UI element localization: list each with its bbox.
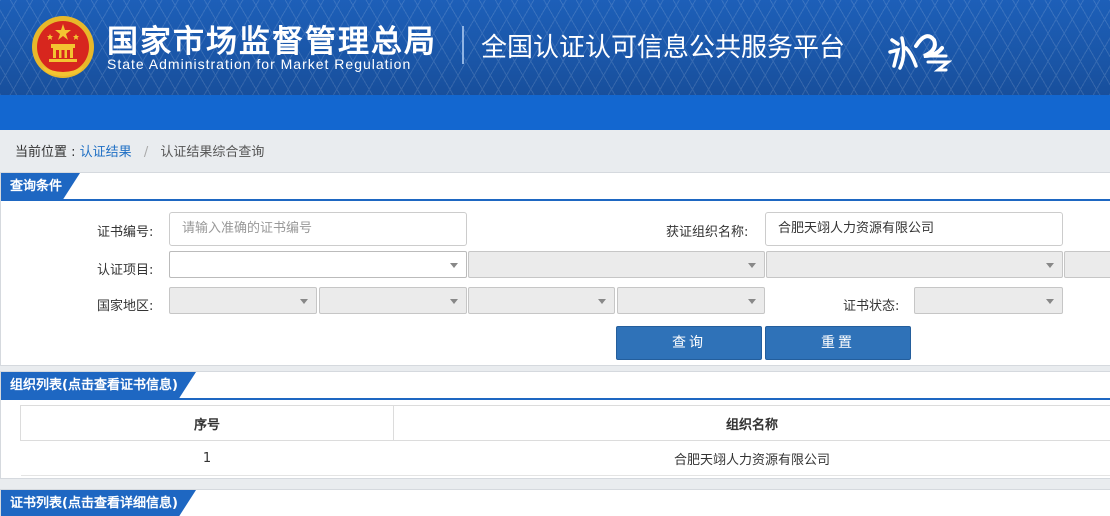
chevron-down-icon	[1046, 263, 1054, 268]
chevron-down-icon	[748, 299, 756, 304]
org-name-input[interactable]: 合肥天翊人力资源有限公司	[765, 212, 1063, 246]
agency-name-cn: 国家市场监督管理总局	[107, 24, 437, 60]
region-select-4[interactable]	[617, 287, 765, 314]
search-button[interactable]: 查询	[616, 326, 762, 360]
org-name-label: 获证组织名称:	[666, 225, 749, 240]
breadcrumb-separator: /	[143, 145, 149, 160]
row-org-name[interactable]: 合肥天翊人力资源有限公司	[393, 440, 1110, 476]
region-select-3[interactable]	[468, 287, 615, 314]
cert-no-input[interactable]: 请输入准确的证书编号	[169, 212, 467, 246]
project-select-2[interactable]	[468, 251, 765, 278]
region-select-2[interactable]	[319, 287, 467, 314]
reset-button[interactable]: 重置	[765, 326, 911, 360]
cert-list-panel-header: 证书列表(点击查看详细信息)	[1, 490, 1110, 516]
project-select-3[interactable]	[766, 251, 1063, 278]
region-label: 国家地区:	[97, 299, 154, 314]
header-divider	[462, 26, 464, 64]
project-label: 认证项目:	[97, 263, 154, 278]
cert-no-label: 证书编号:	[97, 225, 154, 240]
org-list-panel-title: 组织列表(点击查看证书信息)	[1, 372, 196, 400]
main-nav-bar	[0, 95, 1110, 130]
status-label: 证书状态:	[843, 299, 900, 314]
platform-title: 全国认证认可信息公共服务平台	[481, 33, 846, 63]
cert-list-panel-title: 证书列表(点击查看详细信息)	[1, 490, 196, 516]
org-list-panel-header: 组织列表(点击查看证书信息)	[1, 372, 1110, 400]
agency-name-en: State Administration for Market Regulati…	[107, 56, 412, 72]
column-header-index: 序号	[20, 405, 394, 441]
query-panel: 查询条件 证书编号: 请输入准确的证书编号 获证组织名称: 合肥天翊人力资源有限…	[0, 172, 1110, 366]
breadcrumb: 当前位置 : 认证结果 / 认证结果综合查询	[0, 130, 1110, 170]
chevron-down-icon	[1046, 299, 1054, 304]
breadcrumb-label: 当前位置 :	[15, 145, 76, 160]
chevron-down-icon	[450, 263, 458, 268]
breadcrumb-current: 认证结果综合查询	[160, 145, 265, 160]
site-header: 国家市场监督管理总局 State Administration for Mark…	[0, 0, 1110, 95]
row-index: 1	[20, 440, 394, 476]
region-select-1[interactable]	[169, 287, 317, 314]
national-emblem-icon	[32, 16, 94, 78]
chevron-down-icon	[300, 299, 308, 304]
query-panel-header: 查询条件	[1, 173, 1110, 201]
chevron-down-icon	[748, 263, 756, 268]
project-select-1[interactable]	[169, 251, 467, 278]
table-row[interactable]: 1 合肥天翊人力资源有限公司	[20, 440, 1110, 476]
query-panel-title: 查询条件	[1, 173, 81, 201]
chevron-down-icon	[598, 299, 606, 304]
column-header-org-name: 组织名称	[393, 405, 1110, 441]
org-list-panel: 组织列表(点击查看证书信息) 序号 组织名称 1 合肥天翊人力资源有限公司	[0, 371, 1110, 479]
project-select-4[interactable]	[1064, 251, 1110, 278]
renzheng-cloud-logo-icon	[888, 34, 952, 72]
status-select[interactable]	[914, 287, 1063, 314]
table-header-row: 序号 组织名称	[20, 405, 1110, 441]
chevron-down-icon	[450, 299, 458, 304]
org-list-table: 序号 组织名称 1 合肥天翊人力资源有限公司	[20, 405, 1110, 476]
cert-list-panel: 证书列表(点击查看详细信息)	[0, 489, 1110, 516]
breadcrumb-link-results[interactable]: 认证结果	[80, 145, 132, 160]
